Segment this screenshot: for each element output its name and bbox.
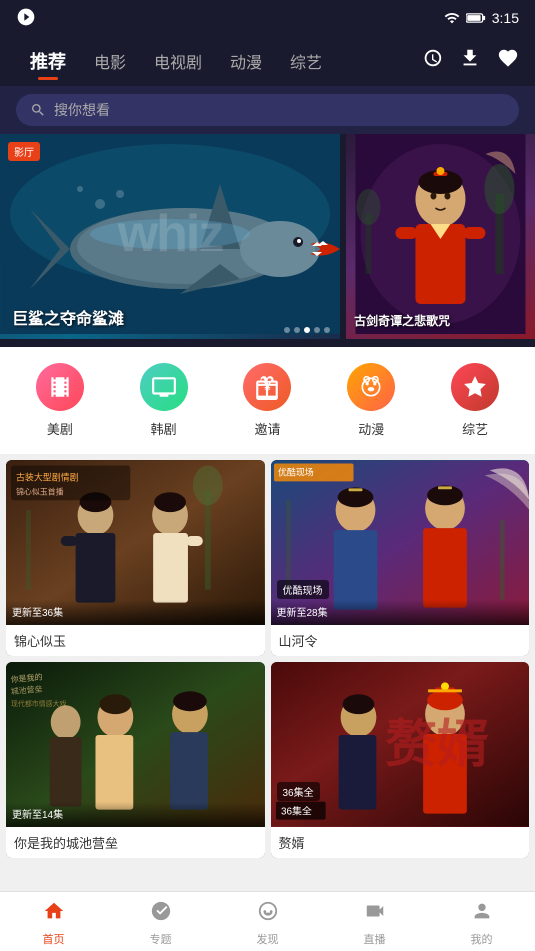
- hero-dots: [284, 327, 330, 333]
- hero-main-image: 影厅 whiz: [0, 134, 340, 334]
- category-zongyi[interactable]: 综艺: [451, 363, 499, 438]
- svg-text:古装大型剧情剧: 古装大型剧情剧: [16, 471, 79, 482]
- bottom-nav-home[interactable]: 首页: [0, 900, 107, 939]
- card-jinxin[interactable]: 古装大型剧情剧 锦心似玉首播 更新至36集 锦心似玉: [6, 460, 265, 656]
- search-input-container[interactable]: 搜你想看: [16, 94, 519, 126]
- svg-text:锦心似玉首播: 锦心似玉首播: [16, 486, 64, 496]
- svg-text:赘婿: 赘婿: [385, 715, 489, 773]
- jinxin-title: 锦心似玉: [6, 625, 265, 656]
- mine-icon: [471, 900, 493, 928]
- discover-label: 发现: [257, 931, 279, 947]
- category-meiju[interactable]: 美剧: [36, 363, 84, 438]
- home-label: 首页: [43, 931, 65, 947]
- hanju-label: 韩剧: [151, 419, 177, 438]
- bottom-nav: 首页 专题 发现 直播 我的: [0, 891, 535, 951]
- bottom-nav-special[interactable]: 专题: [107, 900, 214, 939]
- card-zanfu[interactable]: 赘婿 36集全 36集全 赘婿: [271, 662, 530, 858]
- hero-dot-3: [304, 327, 310, 333]
- zanfu-illustration: 赘婿 36集全: [271, 662, 530, 827]
- brand-whiz-text: whiz: [118, 204, 223, 264]
- jinxin-update: 更新至36集: [6, 600, 265, 625]
- invite-icon: ¥: [243, 363, 291, 411]
- hero-side-card[interactable]: 古剑奇谭之悲歌咒: [346, 134, 535, 339]
- content-grid: 古装大型剧情剧 锦心似玉首播 更新至36集 锦心似玉: [6, 460, 529, 858]
- camera-icon: [16, 7, 36, 30]
- chengchi-update: 更新至14集: [6, 802, 265, 827]
- hero-badge: 影厅: [8, 142, 40, 161]
- bottom-nav-live[interactable]: 直播: [321, 900, 428, 939]
- nav-action-icons: [421, 47, 519, 75]
- shanheling-badge: 优酷现场: [277, 580, 329, 599]
- battery-icon: [466, 11, 486, 25]
- favorite-icon[interactable]: [497, 47, 519, 75]
- bottom-nav-discover[interactable]: 发现: [214, 900, 321, 939]
- zanfu-ep-badge: 36集全: [277, 782, 320, 801]
- svg-text:36集全: 36集全: [280, 805, 311, 818]
- hero-dot-1: [284, 327, 290, 333]
- category-invite[interactable]: ¥ 邀请: [243, 363, 291, 438]
- hanju-icon: [140, 363, 188, 411]
- live-icon: [364, 900, 386, 928]
- tab-movie[interactable]: 电影: [80, 41, 140, 81]
- search-icon: [30, 102, 46, 118]
- hero-dot-2: [294, 327, 300, 333]
- hero-main-title: 巨鲨之夺命鲨滩: [12, 305, 124, 329]
- status-right: 3:15: [444, 10, 519, 26]
- tab-variety[interactable]: 综艺: [276, 41, 336, 81]
- scrollable-content: 搜你想看: [0, 86, 535, 924]
- dongman-label: 动漫: [358, 419, 384, 438]
- time-display: 3:15: [492, 10, 519, 26]
- tab-anime[interactable]: 动漫: [216, 41, 276, 81]
- hero-side-image: [346, 134, 535, 334]
- search-bar: 搜你想看: [0, 86, 535, 134]
- hero-main-card[interactable]: 影厅 whiz 巨鲨之夺命鲨滩: [0, 134, 340, 339]
- category-hanju[interactable]: 韩剧: [140, 363, 188, 438]
- search-placeholder: 搜你想看: [54, 100, 110, 120]
- shanheling-update: 更新至28集: [271, 600, 530, 625]
- hero-side-title: 古剑奇谭之悲歌咒: [354, 312, 531, 329]
- tab-recommend[interactable]: 推荐: [16, 40, 80, 82]
- invite-label: 邀请: [254, 419, 280, 438]
- category-dongman[interactable]: 动漫: [347, 363, 395, 438]
- special-icon: [150, 900, 172, 928]
- zongyi-label: 综艺: [462, 419, 488, 438]
- nav-tabs: 推荐 电影 电视剧 动漫 综艺: [0, 36, 535, 86]
- wifi-icon: [444, 10, 460, 26]
- chengchi-title: 你是我的城池营垒: [6, 827, 265, 858]
- card-shanheling-image: 优酷现场 优酷现场 更新至28集: [271, 460, 530, 625]
- svg-text:优酷现场: 优酷现场: [277, 466, 313, 477]
- card-shanheling[interactable]: 优酷现场 优酷现场 更新至28集 山河令: [271, 460, 530, 656]
- download-icon[interactable]: [459, 47, 481, 75]
- home-icon: [43, 900, 65, 928]
- shanheling-title: 山河令: [271, 625, 530, 656]
- card-jinxin-image: 古装大型剧情剧 锦心似玉首播 更新至36集: [6, 460, 265, 625]
- meiju-icon: [36, 363, 84, 411]
- meiju-label: 美剧: [47, 419, 73, 438]
- content-section: 古装大型剧情剧 锦心似玉首播 更新至36集 锦心似玉: [0, 454, 535, 864]
- svg-text:现代都市情感大戏: 现代都市情感大戏: [11, 699, 67, 708]
- card-chengchi-image: 你是我的 城池营垒 现代都市情感大戏 更新至14集: [6, 662, 265, 827]
- zanfu-title: 赘婿: [271, 827, 530, 858]
- history-icon[interactable]: [421, 47, 443, 75]
- hero-dot-4: [314, 327, 320, 333]
- discover-icon: [257, 900, 279, 928]
- special-label: 专题: [150, 931, 172, 947]
- card-chengchi[interactable]: 你是我的 城池营垒 现代都市情感大戏 更新至14集 你是我的城池营垒: [6, 662, 265, 858]
- dongman-icon: [347, 363, 395, 411]
- card-zanfu-image: 赘婿 36集全 36集全: [271, 662, 530, 827]
- live-label: 直播: [364, 931, 386, 947]
- categories-section: 美剧 韩剧 ¥ 邀请: [0, 347, 535, 454]
- mine-label: 我的: [471, 931, 493, 947]
- hero-section: 影厅 whiz 巨鲨之夺命鲨滩: [0, 134, 535, 347]
- bottom-nav-mine[interactable]: 我的: [428, 900, 535, 939]
- zongyi-icon: [451, 363, 499, 411]
- tab-tvshow[interactable]: 电视剧: [140, 41, 216, 81]
- hero-dot-5: [324, 327, 330, 333]
- status-bar: 3:15: [0, 0, 535, 36]
